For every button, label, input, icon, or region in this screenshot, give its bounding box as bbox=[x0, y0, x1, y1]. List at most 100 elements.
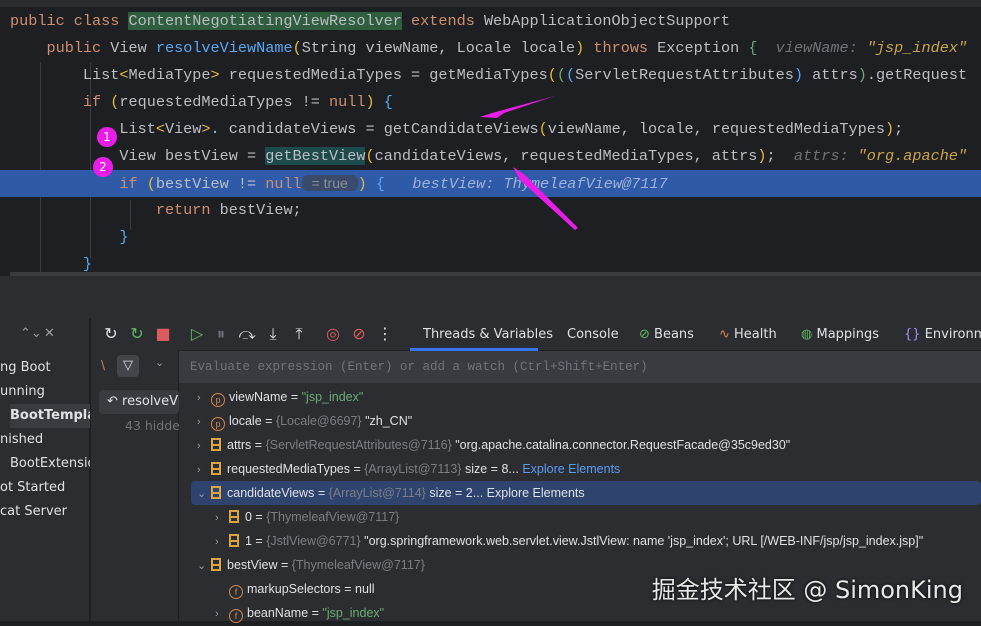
variable-type: {ServletRequestAttributes@7116} bbox=[265, 438, 452, 452]
expand-chevron-icon[interactable]: › bbox=[197, 434, 211, 458]
collapse-all-icon[interactable]: ✕ bbox=[44, 322, 55, 346]
service-item[interactable]: ng Boot bbox=[0, 356, 51, 380]
filter-icon[interactable]: ▽ bbox=[117, 355, 139, 377]
variable-name: locale bbox=[229, 414, 262, 428]
variable-type: {ArrayList@7113} bbox=[364, 462, 462, 476]
service-item[interactable]: BootTemplat bbox=[10, 404, 90, 428]
evaluate-expression-input[interactable]: Evaluate expression (Enter) or add a wat… bbox=[179, 351, 981, 383]
tab-beans[interactable]: ⊘ Beans bbox=[639, 318, 694, 351]
service-item[interactable]: cat Server bbox=[0, 500, 67, 524]
health-icon: ∿ bbox=[719, 327, 735, 342]
step-into-icon[interactable]: ⤓ bbox=[263, 324, 283, 344]
tab-label: Environment bbox=[924, 327, 981, 342]
parameter-icon: p bbox=[211, 393, 225, 407]
rerun-icon[interactable]: ↻ bbox=[101, 324, 121, 343]
variable-row[interactable]: › requestedMediaTypes = {ArrayList@7113} … bbox=[179, 457, 981, 481]
service-item[interactable]: unning bbox=[0, 380, 45, 404]
variable-row[interactable]: › 1 = {JstlView@6771} "org.springframewor… bbox=[179, 529, 981, 553]
variable-name: beanName bbox=[247, 606, 309, 620]
field-object-icon bbox=[229, 534, 239, 547]
tab-console[interactable]: Console bbox=[567, 318, 619, 351]
field-object-icon bbox=[211, 438, 221, 451]
service-item[interactable]: nished bbox=[0, 428, 43, 452]
expand-chevron-icon[interactable]: › bbox=[215, 602, 229, 626]
variable-value: "org.springframework.web.servlet.view.Js… bbox=[364, 534, 924, 548]
variable-name: viewName bbox=[229, 390, 288, 404]
variable-link: Explore Elements bbox=[486, 486, 585, 500]
pause-icon[interactable]: ⏸ bbox=[211, 324, 231, 344]
variable-row[interactable]: › 0 = {ThymeleafView@7117} bbox=[179, 505, 981, 529]
variable-type: {Locale@6697} bbox=[275, 414, 362, 428]
tab-label: Threads & Variables bbox=[423, 327, 554, 342]
arrow-2 bbox=[513, 167, 578, 230]
tab-label: Health bbox=[734, 327, 777, 342]
variable-row[interactable]: ⌄ candidateViews = {ArrayList@7114} size … bbox=[191, 481, 981, 505]
variable-name: markupSelectors bbox=[247, 582, 341, 596]
variable-name: bestView bbox=[227, 558, 278, 572]
arrow-1 bbox=[480, 96, 555, 118]
tab-label: Console bbox=[567, 327, 619, 342]
expand-all-icon[interactable]: ⌃⌄ bbox=[20, 322, 42, 346]
stop-icon[interactable]: ■ bbox=[153, 324, 173, 343]
annotation-arrows bbox=[480, 96, 578, 230]
field-icon: f bbox=[229, 585, 243, 599]
parameter-icon: p bbox=[211, 417, 225, 431]
variable-name: 1 bbox=[245, 534, 252, 548]
debug-toolbar: ↻ ↻ ■ ▷ ⏸ ⤼ ⤓ ⤒ ◎ ⊘ ⋮ Threads & Variables Console ⊘ B… bbox=[91, 318, 981, 351]
variable-value: "zh_CN" bbox=[365, 414, 413, 428]
step-over-icon[interactable]: ⤼ bbox=[237, 324, 257, 344]
service-item[interactable]: BootExtension bbox=[10, 452, 90, 476]
chevron-down-icon[interactable]: ⌄ bbox=[155, 356, 164, 369]
variable-value: "jsp_index" bbox=[301, 390, 364, 404]
variable-type: {ArrayList@7114} bbox=[328, 486, 426, 500]
frame-item[interactable]: ↶ resolveViewName bbox=[99, 390, 179, 414]
mute-breakpoints-icon[interactable]: ⊘ bbox=[349, 324, 369, 343]
expand-chevron-icon[interactable]: › bbox=[197, 386, 211, 410]
frame-label: resolveViewName bbox=[122, 394, 179, 409]
watermark: 掘金技术社区 @ SimonKing bbox=[651, 576, 963, 604]
expand-chevron-icon[interactable]: › bbox=[215, 506, 229, 530]
field-object-icon bbox=[211, 486, 221, 499]
variable-row[interactable]: › attrs = {ServletRequestAttributes@7116}… bbox=[179, 433, 981, 457]
tab-label: Mappings bbox=[816, 327, 880, 342]
resume-icon[interactable]: ▷ bbox=[187, 324, 207, 343]
service-item[interactable]: ot Started bbox=[0, 476, 65, 500]
tab-threads-variables[interactable]: Threads & Variables bbox=[423, 318, 553, 351]
expand-chevron-icon[interactable]: › bbox=[197, 410, 211, 434]
services-panel: ⌃⌄ ✕ ng BootunningBootTemplatnishedBootE… bbox=[0, 318, 90, 621]
variable-value: "org.apache.catalina.connector.RequestFa… bbox=[455, 438, 791, 452]
rerun-debug-icon[interactable]: ↻ bbox=[127, 324, 147, 343]
expand-chevron-icon[interactable]: › bbox=[197, 458, 211, 482]
collapse-chevron-icon[interactable]: ⌄ bbox=[197, 482, 211, 506]
more-icon[interactable]: ⋮ bbox=[375, 324, 395, 343]
variable-name: candidateViews bbox=[227, 486, 315, 500]
collapse-chevron-icon[interactable]: ⌄ bbox=[197, 554, 211, 578]
tab-label: Beans bbox=[654, 327, 694, 342]
mappings-icon: ◍ bbox=[801, 327, 817, 342]
field-object-icon bbox=[211, 558, 221, 571]
variable-value: null bbox=[355, 582, 375, 596]
field-object-icon bbox=[229, 510, 239, 523]
thread-icon: \ bbox=[101, 358, 106, 372]
view-breakpoints-icon[interactable]: ◎ bbox=[323, 324, 343, 343]
variable-row[interactable]: › p viewName = "jsp_index" bbox=[179, 385, 981, 409]
variable-name: 0 bbox=[245, 510, 252, 524]
variable-type: {JstlView@6771} bbox=[266, 534, 361, 548]
hidden-frames[interactable]: 43 hidden bbox=[125, 414, 179, 438]
tab-mappings[interactable]: ◍ Mappings bbox=[801, 318, 879, 351]
field-object-icon bbox=[211, 462, 221, 475]
environment-icon: {} bbox=[904, 327, 925, 342]
expand-chevron-icon[interactable]: › bbox=[215, 530, 229, 554]
variable-type: {ThymeleafView@7117} bbox=[291, 558, 425, 572]
variable-link[interactable]: Explore Elements bbox=[522, 462, 620, 476]
variable-type: {ThymeleafView@7117} bbox=[266, 510, 400, 524]
variable-value: "jsp_index" bbox=[322, 606, 385, 620]
beans-icon: ⊘ bbox=[639, 327, 655, 342]
step-out-icon[interactable]: ⤒ bbox=[289, 324, 309, 344]
tab-health[interactable]: ∿ Health bbox=[719, 318, 777, 351]
variable-name: attrs bbox=[227, 438, 252, 452]
frames-panel: \ ▽ ⌄ ↶ resolveViewName 43 hidden bbox=[91, 350, 179, 621]
tab-environment[interactable]: {} Environment bbox=[904, 318, 981, 351]
variable-row[interactable]: › p locale = {Locale@6697} "zh_CN" bbox=[179, 409, 981, 433]
variable-value: size = 2... bbox=[429, 486, 484, 500]
